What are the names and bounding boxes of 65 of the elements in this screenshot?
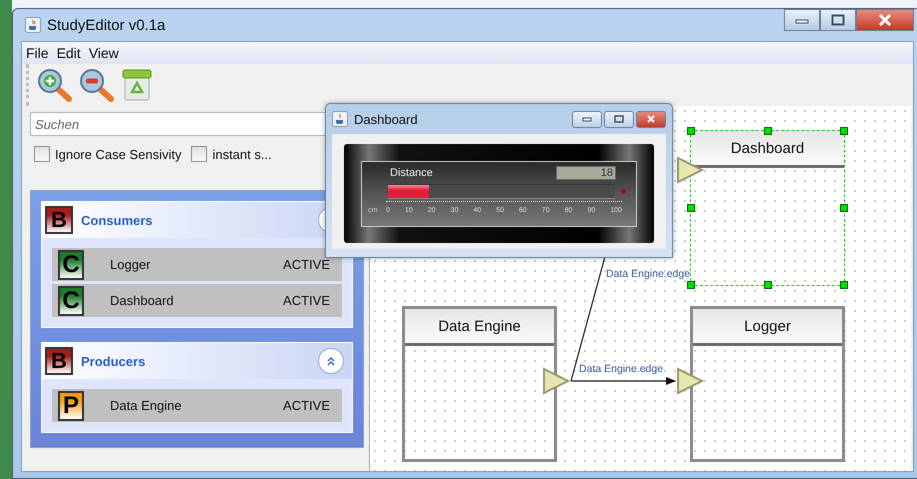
component-node[interactable]: Dashboard xyxy=(690,130,845,286)
resize-handle[interactable] xyxy=(764,127,772,135)
close-button[interactable] xyxy=(856,9,914,31)
output-port-icon[interactable] xyxy=(542,367,570,395)
minimize-button[interactable] xyxy=(784,9,820,31)
menu-item[interactable]: File xyxy=(26,45,49,61)
menu-item[interactable]: Edit xyxy=(56,45,81,61)
group-title: Consumers xyxy=(81,212,153,228)
component-name: Data Engine xyxy=(110,398,182,413)
status-label: ACTIVE xyxy=(283,398,330,413)
edge-arrow[interactable] xyxy=(571,377,676,385)
checkbox-label: instant s... xyxy=(212,146,272,162)
letter-badge: P xyxy=(58,390,84,420)
coffee-cup-icon xyxy=(332,111,348,127)
input-port-icon[interactable] xyxy=(676,156,704,184)
recycle-bin-icon[interactable] xyxy=(121,68,153,102)
zoom-out-icon[interactable] xyxy=(79,68,115,102)
collapse-button[interactable] xyxy=(318,348,344,374)
resize-handle[interactable] xyxy=(764,281,772,289)
close-button[interactable] xyxy=(636,110,666,128)
gauge-reading: 18 xyxy=(556,166,616,180)
letter-badge: C xyxy=(58,286,84,316)
component-node[interactable]: Data Engine xyxy=(402,306,557,462)
component-row[interactable]: C Dashboard ACTIVE xyxy=(52,284,342,317)
led-indicator xyxy=(621,189,626,194)
resize-handle[interactable] xyxy=(840,204,848,212)
minimize-button[interactable] xyxy=(572,110,602,128)
component-node[interactable]: Logger xyxy=(690,306,845,462)
chevron-icon xyxy=(326,356,336,366)
group-title: Producers xyxy=(81,354,146,368)
maximize-button[interactable] xyxy=(604,110,634,128)
resize-handle[interactable] xyxy=(687,204,695,212)
resize-handle[interactable] xyxy=(840,127,848,135)
maximize-icon xyxy=(614,115,624,123)
letter-badge: B xyxy=(45,347,73,375)
minimize-icon xyxy=(582,116,592,122)
component-name: Dashboard xyxy=(110,293,174,308)
letter-badge: C xyxy=(58,250,84,280)
maximize-icon xyxy=(831,14,845,26)
maximize-button[interactable] xyxy=(820,9,856,31)
node-title: Logger xyxy=(693,309,842,346)
checkbox-label: Ignore Case Sensivity xyxy=(55,146,182,162)
component-row[interactable]: C Logger ACTIVE xyxy=(52,248,342,281)
status-label: ACTIVE xyxy=(283,293,330,308)
coffee-cup-icon xyxy=(25,17,41,33)
zoom-in-icon[interactable] xyxy=(37,68,73,102)
component-name: Logger xyxy=(110,257,150,272)
resize-handle[interactable] xyxy=(840,281,848,289)
letter-badge: B xyxy=(45,206,73,234)
close-icon xyxy=(877,14,893,26)
edge-label: Data Engine.edge xyxy=(606,268,690,280)
edge-label: Data Engine.edge xyxy=(579,363,664,375)
node-title: Data Engine xyxy=(405,309,554,346)
checkbox[interactable] xyxy=(191,146,208,162)
window-title: StudyEditor v0.1a xyxy=(47,16,166,34)
node-title: Dashboard xyxy=(691,131,844,168)
resize-handle[interactable] xyxy=(687,281,695,289)
component-row[interactable]: P Data Engine ACTIVE xyxy=(52,389,342,422)
input-port-icon[interactable] xyxy=(676,367,704,395)
close-icon xyxy=(646,115,656,123)
checkbox[interactable] xyxy=(34,146,50,162)
status-label: ACTIVE xyxy=(283,257,330,272)
gauge-label: Distance xyxy=(390,167,433,179)
menu-item[interactable]: View xyxy=(88,45,119,61)
resize-handle[interactable] xyxy=(687,127,695,135)
